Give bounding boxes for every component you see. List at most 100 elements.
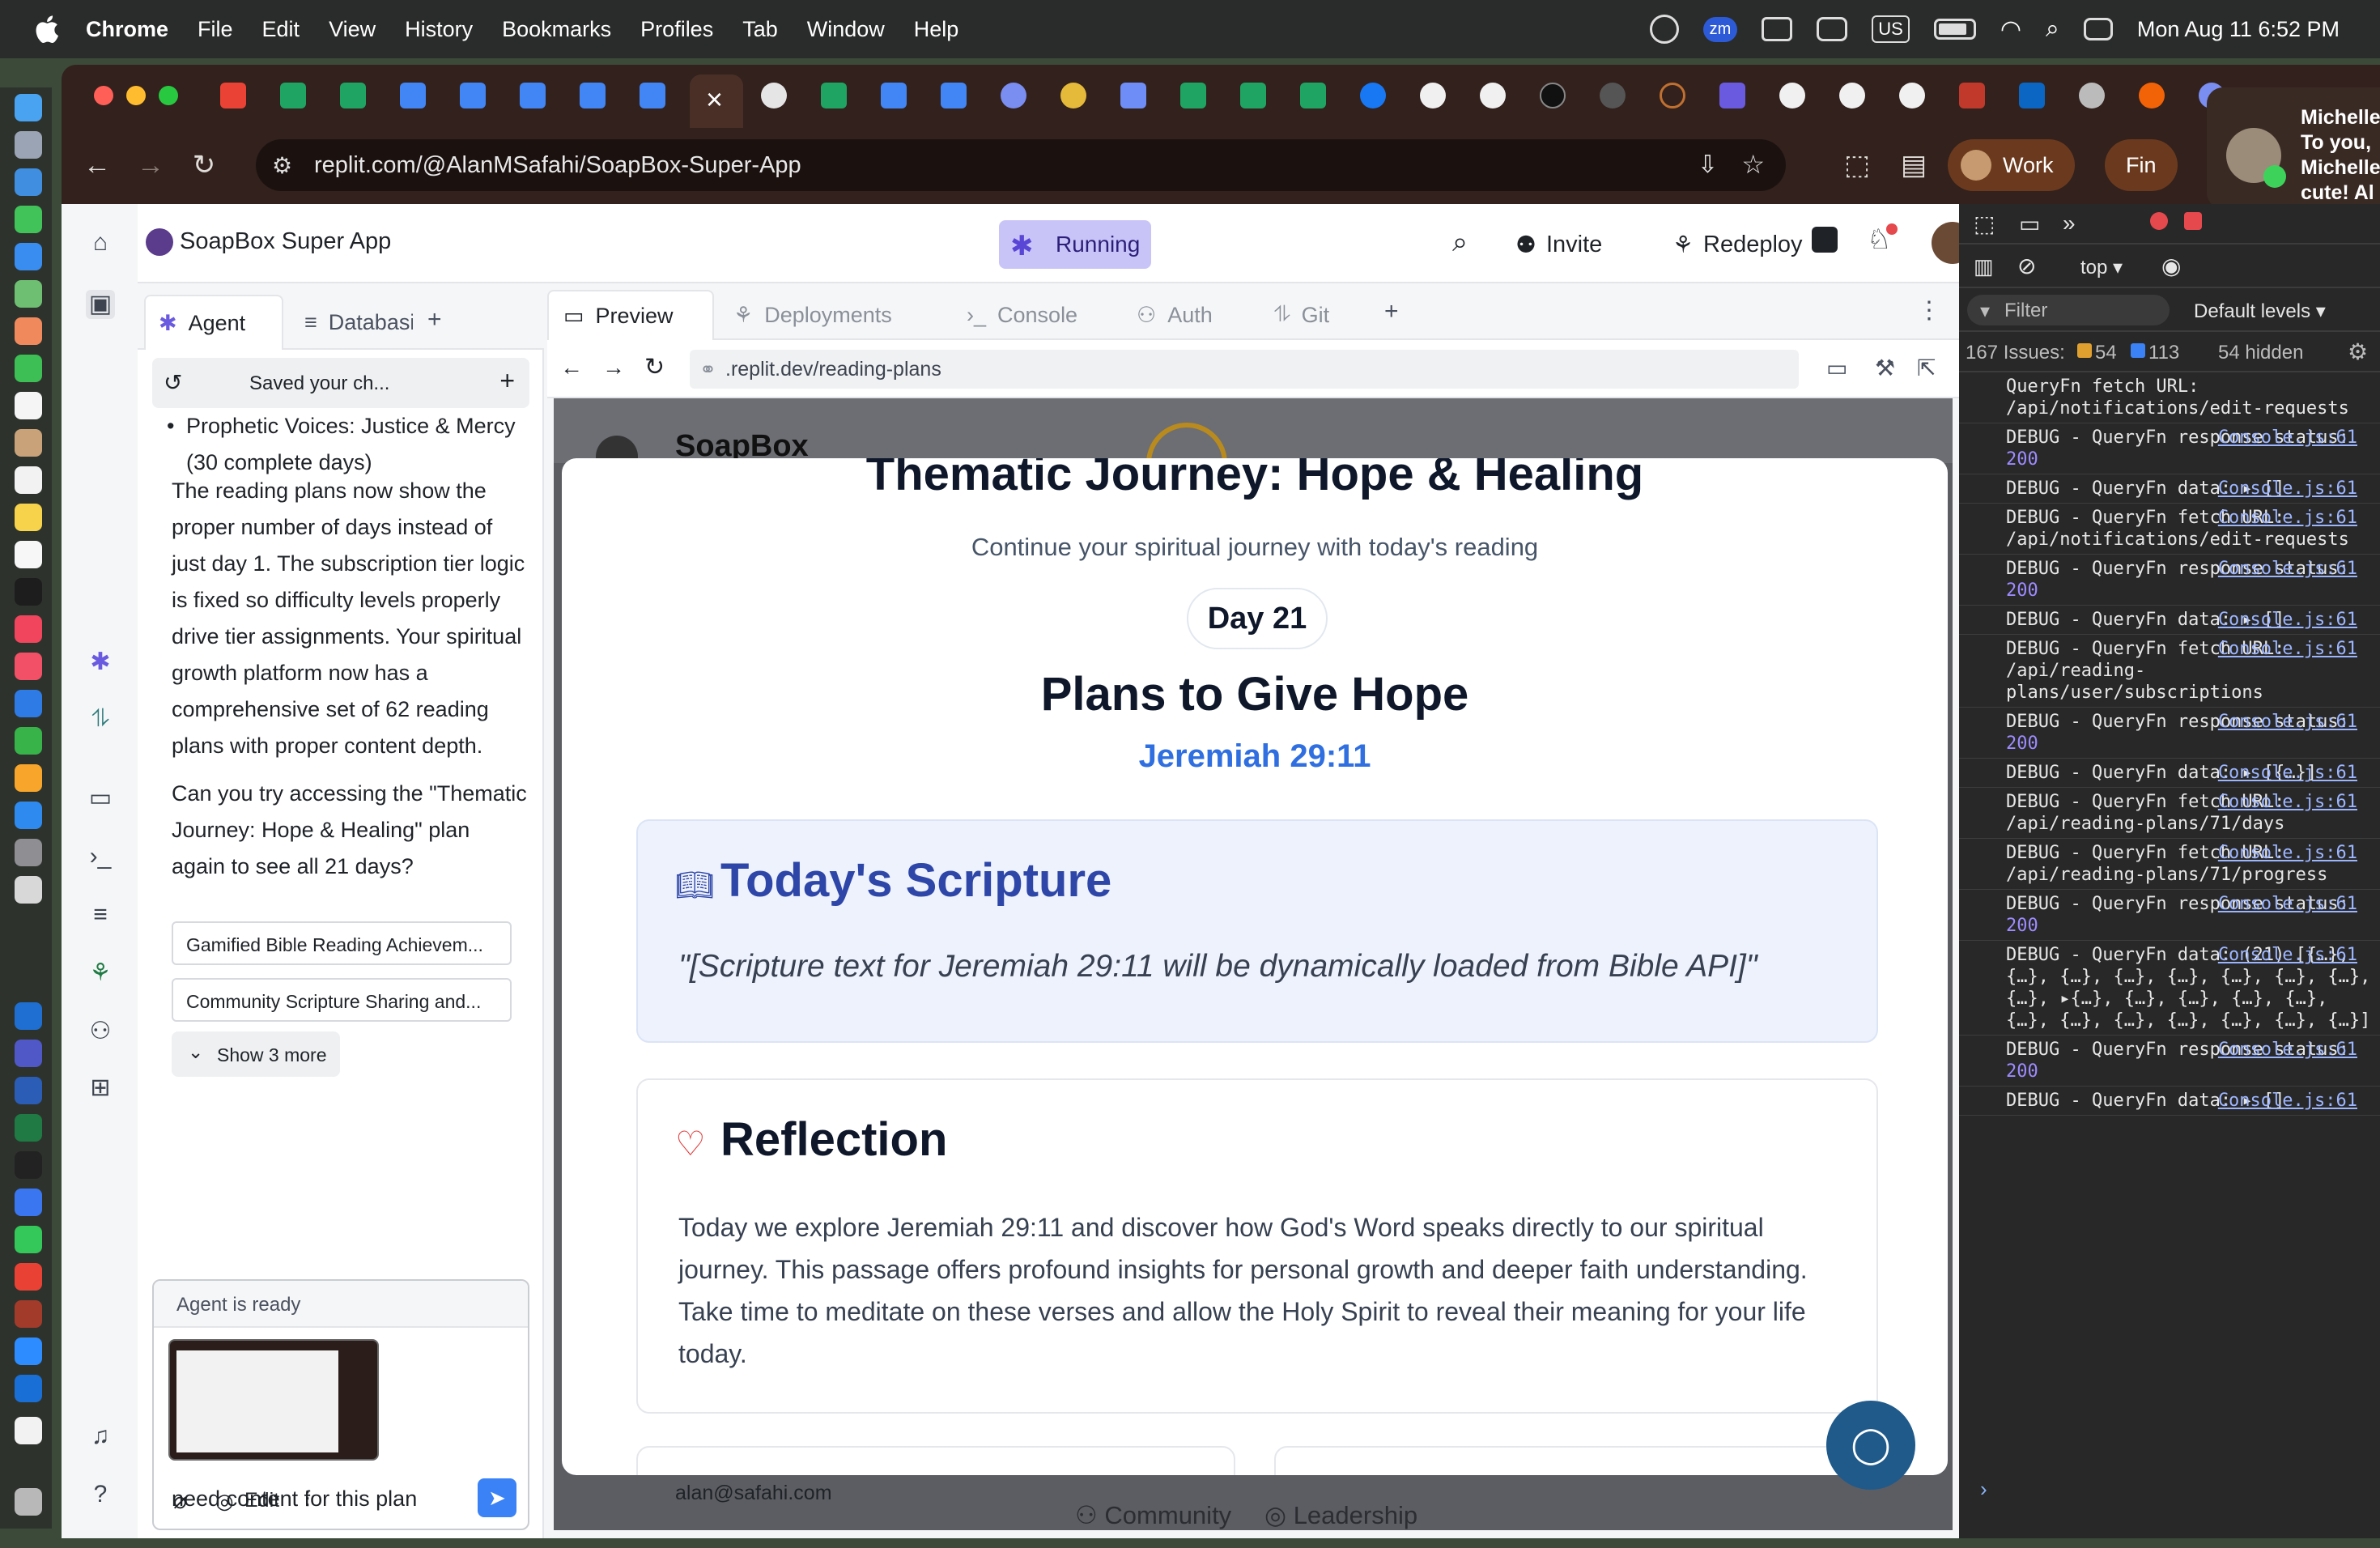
- toggle-panel-icon[interactable]: [1812, 227, 1838, 253]
- finder-icon[interactable]: [15, 94, 42, 121]
- info-issues-count[interactable]: 113: [2148, 342, 2179, 364]
- console-log-entry[interactable]: DEBUG - QueryFn response status: 200 Cons…: [1959, 555, 2380, 606]
- zoom-icon[interactable]: [15, 1337, 42, 1365]
- new-chat-icon[interactable]: +: [499, 366, 515, 396]
- music-icon[interactable]: [15, 615, 42, 643]
- google-tab-icon[interactable]: [1839, 83, 1865, 108]
- sheets-tab-icon[interactable]: [340, 83, 366, 108]
- google-tab-icon[interactable]: [1480, 83, 1506, 108]
- agent-input-text[interactable]: need content for this plan: [172, 1486, 417, 1512]
- tv-icon[interactable]: [15, 578, 42, 606]
- preview-reload-icon[interactable]: ↻: [644, 353, 665, 381]
- console-source-link[interactable]: Console.js:61: [2218, 944, 2357, 966]
- teams-status-icon[interactable]: [1817, 17, 1848, 41]
- 1password-icon[interactable]: [15, 1375, 42, 1402]
- console-log-entry[interactable]: QueryFn fetch URL: /api/notifications/ed…: [1959, 372, 2380, 423]
- context-selector[interactable]: top ▾: [2080, 256, 2123, 279]
- console-source-link[interactable]: Console.js:61: [2218, 1090, 2357, 1112]
- console-log-entry[interactable]: DEBUG - QueryFn data: (21) [{…}, {…}, {……: [1959, 941, 2380, 1036]
- console-source-link[interactable]: Console.js:61: [2218, 842, 2357, 864]
- preview-back-icon[interactable]: ←: [560, 355, 583, 381]
- coin-tab-icon[interactable]: [1060, 83, 1086, 108]
- agent-chat-scroll[interactable]: ↺ Saved your ch... + • Prophetic Voices:…: [138, 350, 544, 1289]
- chrome-icon[interactable]: [15, 1263, 42, 1291]
- teams-icon[interactable]: [15, 1040, 42, 1067]
- deployments-icon[interactable]: ⚘: [86, 959, 115, 988]
- chat-bubble-button[interactable]: ◯: [1826, 1401, 1915, 1490]
- menu-window[interactable]: Window: [807, 17, 885, 42]
- accessibility-icon[interactable]: [1649, 15, 1679, 44]
- agent-icon[interactable]: ✱: [86, 648, 115, 677]
- console-source-link[interactable]: Console.js:61: [2218, 609, 2357, 631]
- openai-tab-icon[interactable]: [1001, 83, 1026, 108]
- profile-chip-work[interactable]: Work: [1948, 139, 2075, 191]
- more-options-icon[interactable]: ⋮: [1917, 296, 1941, 325]
- keynote-icon[interactable]: [15, 690, 42, 717]
- iphone-mirroring-icon[interactable]: [15, 876, 42, 904]
- console-prompt-icon[interactable]: ›: [1980, 1477, 1987, 1502]
- all-tools-icon[interactable]: ⊞: [86, 1074, 115, 1103]
- sheets-tab-icon[interactable]: [1300, 83, 1326, 108]
- replit-tab-icon[interactable]: [2139, 83, 2165, 108]
- community-nav-item[interactable]: ⚇ Community: [1075, 1501, 1231, 1530]
- warning-issues-count[interactable]: 54: [2095, 342, 2117, 364]
- help-icon[interactable]: ?: [86, 1480, 115, 1509]
- console-source-link[interactable]: Console.js:61: [2218, 711, 2357, 733]
- photos-icon[interactable]: [15, 317, 42, 345]
- checkpoint-label[interactable]: Saved your ch...: [249, 372, 389, 395]
- console-log-entry[interactable]: DEBUG - QueryFn data: ▸ [{…}] Console.js:…: [1959, 759, 2380, 788]
- notifications-rail-icon[interactable]: ♫: [86, 1422, 115, 1451]
- device-toolbar-icon[interactable]: ▭: [2019, 211, 2040, 237]
- linkedin-tab-icon[interactable]: [2019, 83, 2045, 108]
- sheets-tab-icon[interactable]: [821, 83, 847, 108]
- home-icon[interactable]: ⌂: [86, 228, 115, 257]
- zoom-window-button[interactable]: [159, 86, 178, 105]
- settings-sliders-icon[interactable]: ⫶: [304, 1487, 310, 1514]
- log-levels-dropdown[interactable]: Default levels ▾: [2194, 300, 2326, 323]
- contacts-icon[interactable]: [15, 429, 42, 457]
- tab-icon[interactable]: [1719, 83, 1745, 108]
- console-settings-icon[interactable]: ⚙: [2348, 338, 2368, 365]
- console-source-link[interactable]: Console.js:61: [2218, 507, 2357, 529]
- gemini-tab-icon[interactable]: [1120, 83, 1146, 108]
- profile-chip-fin[interactable]: Fin: [2105, 139, 2178, 191]
- tab-database[interactable]: ≡ Databasi: [291, 295, 413, 350]
- x-tab-icon[interactable]: [1540, 83, 1566, 108]
- sidebar-toggle-icon[interactable]: ▥: [1974, 254, 1994, 279]
- pages-icon[interactable]: [15, 764, 42, 792]
- facetime-icon[interactable]: [15, 355, 42, 382]
- gmail-tab-icon[interactable]: [220, 83, 246, 108]
- history-icon[interactable]: ↺: [164, 369, 182, 396]
- docs-tab-icon[interactable]: [520, 83, 546, 108]
- outlook-icon[interactable]: [15, 1002, 42, 1030]
- suggestion-button[interactable]: Gamified Bible Reading Achievem...: [172, 921, 512, 965]
- tab-agent[interactable]: ✱ Agent: [144, 295, 283, 350]
- menu-history[interactable]: History: [405, 17, 473, 42]
- tab-auth[interactable]: ⚇ Auth: [1122, 290, 1227, 340]
- whatsapp-icon[interactable]: [15, 1226, 42, 1253]
- control-center-icon[interactable]: [2083, 18, 2113, 40]
- docs-tab-icon[interactable]: [881, 83, 907, 108]
- invite-button[interactable]: ⚉ Invite: [1502, 222, 1615, 267]
- google-tab-icon[interactable]: [1899, 83, 1925, 108]
- live-expression-icon[interactable]: ◉: [2161, 253, 2181, 279]
- console-log-entry[interactable]: DEBUG - QueryFn response status: 200 Cons…: [1959, 423, 2380, 474]
- menu-file[interactable]: File: [198, 17, 233, 42]
- reminders-icon[interactable]: [15, 466, 42, 494]
- forward-icon[interactable]: →: [133, 147, 168, 183]
- url-text[interactable]: replit.com/@AlanMSafahi/SoapBox-Super-Ap…: [314, 152, 801, 179]
- mail-icon[interactable]: [15, 243, 42, 270]
- database-icon[interactable]: ≡: [86, 900, 115, 929]
- console-source-link[interactable]: Console.js:61: [2218, 893, 2357, 915]
- attach-icon[interactable]: ⌀: [173, 1487, 187, 1514]
- trash-icon[interactable]: [15, 1488, 42, 1516]
- console-log-entry[interactable]: DEBUG - QueryFn data: ▸ [] Console.js:61: [1959, 474, 2380, 504]
- install-app-icon[interactable]: ⇩: [1698, 151, 1718, 179]
- back-icon[interactable]: ←: [79, 147, 115, 183]
- tab-deployments[interactable]: ⚘ Deployments: [719, 290, 907, 340]
- leadership-nav-item[interactable]: ◎ Leadership: [1264, 1501, 1417, 1530]
- edit-icon[interactable]: ◎: [215, 1489, 234, 1514]
- chatgpt-tab-icon[interactable]: [761, 83, 787, 108]
- console-log-entry[interactable]: DEBUG - QueryFn response status: 200 Cons…: [1959, 708, 2380, 759]
- address-bar[interactable]: ⚙ replit.com/@AlanMSafahi/SoapBox-Super-…: [256, 139, 1786, 191]
